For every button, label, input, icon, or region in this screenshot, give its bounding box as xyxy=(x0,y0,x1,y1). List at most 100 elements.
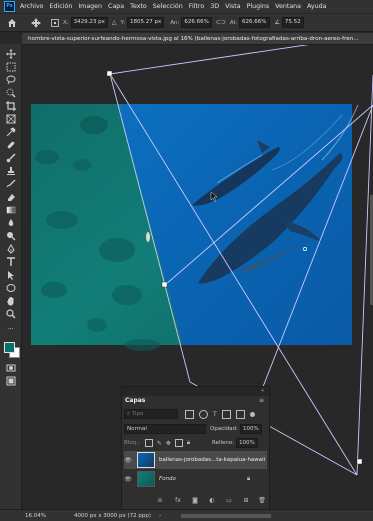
layer-name: ballenas-jorobadas...ta-kapalua-hawaii xyxy=(159,457,266,463)
menu-texto[interactable]: Texto xyxy=(130,3,147,10)
link-icon[interactable]: ⊂⊃ xyxy=(216,19,226,26)
filter-toggle-icon[interactable] xyxy=(249,411,255,417)
layers-panel-header[interactable]: « xyxy=(122,387,269,396)
menu-edicion[interactable]: Edición xyxy=(50,3,73,10)
move-tool-option-icon[interactable] xyxy=(31,17,41,28)
lock-artboard-icon[interactable] xyxy=(174,439,183,447)
home-icon[interactable] xyxy=(7,18,17,28)
menu-vista[interactable]: Vista xyxy=(225,3,241,10)
clone-stamp-tool-icon[interactable] xyxy=(5,165,16,176)
horizontal-scrollbar[interactable] xyxy=(181,513,272,518)
fill-field[interactable]: 100% xyxy=(236,438,258,448)
layer-thumbnail xyxy=(137,452,155,468)
link-layers-icon[interactable]: ⊝ xyxy=(156,497,164,505)
filter-pixel-icon[interactable] xyxy=(185,409,194,419)
healing-brush-tool-icon[interactable] xyxy=(5,139,16,150)
layer-thumbnail xyxy=(137,471,155,487)
quick-selection-tool-icon[interactable] xyxy=(5,87,16,98)
layer-style-icon[interactable]: fx xyxy=(174,497,182,505)
path-selection-tool-icon[interactable] xyxy=(5,269,16,280)
width-field[interactable]: 626.66% xyxy=(181,17,212,28)
angle-field[interactable]: 75.52 xyxy=(281,17,304,28)
move-tool-icon[interactable] xyxy=(5,48,16,59)
height-field[interactable]: 626.66% xyxy=(239,17,270,28)
panel-menu-icon[interactable]: ≡ xyxy=(259,397,264,404)
al-label: Al: xyxy=(229,19,238,26)
zoom-level[interactable]: 16.04% xyxy=(25,513,46,519)
menu-ventana[interactable]: Ventana xyxy=(275,3,301,10)
filter-smart-object-icon[interactable] xyxy=(235,409,245,419)
menu-archivo[interactable]: Archivo xyxy=(20,3,44,10)
opacity-label: Opacidad: xyxy=(210,426,238,432)
hand-tool-icon[interactable] xyxy=(5,295,16,306)
visibility-eye-icon[interactable]: 👁︎ xyxy=(124,476,132,483)
transform-handle-top-left[interactable] xyxy=(106,70,113,77)
opacity-field[interactable]: 100% xyxy=(239,424,262,434)
dodge-tool-icon[interactable] xyxy=(5,230,16,241)
angle-icon: ∠ xyxy=(274,19,280,26)
screen-mode-icon[interactable] xyxy=(5,375,16,386)
lasso-tool-icon[interactable] xyxy=(5,74,16,85)
collapse-panel-icon[interactable]: « xyxy=(261,388,264,394)
shape-tool-icon[interactable] xyxy=(5,282,16,293)
reference-point-icon[interactable] xyxy=(51,18,59,27)
y-label: Y: xyxy=(120,19,125,26)
layer-filter-kind[interactable]: ⌕ Tipo xyxy=(124,409,178,419)
menu-imagen[interactable]: Imagen xyxy=(78,3,102,10)
crop-tool-icon[interactable] xyxy=(5,100,16,111)
lock-pixels-icon[interactable]: ✎ xyxy=(157,440,162,447)
blend-row: Normal Opacidad: 100% xyxy=(124,424,262,434)
eraser-tool-icon[interactable] xyxy=(5,191,16,202)
blend-mode-select[interactable]: Normal xyxy=(124,424,206,434)
x-field[interactable]: 3429.23 px xyxy=(70,17,108,28)
menu-ayuda[interactable]: Ayuda xyxy=(307,3,326,10)
pen-tool-icon[interactable] xyxy=(5,243,16,254)
quick-mask-icon[interactable] xyxy=(5,362,16,373)
marquee-tool-icon[interactable] xyxy=(5,61,16,72)
brush-tool-icon[interactable] xyxy=(5,152,16,163)
foreground-color-swatch[interactable] xyxy=(4,342,15,353)
photoshop-logo: Ps xyxy=(4,1,15,12)
lock-all-icon[interactable]: 🔒︎ xyxy=(187,439,190,447)
lock-label: Bloq.: xyxy=(124,440,140,446)
visibility-eye-icon[interactable]: 👁︎ xyxy=(124,457,132,464)
new-layer-icon[interactable]: ⊞ xyxy=(242,497,250,505)
menu-filtro[interactable]: Filtro xyxy=(189,3,204,10)
y-field[interactable]: 1805.27 px xyxy=(126,17,165,28)
menu-capa[interactable]: Capa xyxy=(108,3,124,10)
filter-adjustment-icon[interactable] xyxy=(199,409,208,419)
document-info[interactable]: 4000 px x 3000 px (72 ppp) xyxy=(74,513,151,519)
lock-transparency-icon[interactable] xyxy=(144,439,153,447)
gradient-tool-icon[interactable] xyxy=(5,204,16,215)
history-brush-tool-icon[interactable] xyxy=(5,178,16,189)
frame-tool-icon[interactable] xyxy=(5,113,16,124)
layer-filter-placeholder: Tipo xyxy=(131,411,144,417)
delta-icon[interactable]: △ xyxy=(112,19,117,26)
lock-position-icon[interactable]: ✥ xyxy=(166,440,171,447)
zoom-tool-icon[interactable] xyxy=(5,308,16,319)
add-mask-icon[interactable]: ◙ xyxy=(191,497,199,505)
filter-shape-icon[interactable] xyxy=(221,409,231,419)
layers-tab[interactable]: Capas xyxy=(125,397,145,404)
new-adjustment-layer-icon[interactable]: ◐ xyxy=(208,497,216,505)
filter-type-icon[interactable]: T xyxy=(213,411,217,418)
tools-panel: ··· xyxy=(0,44,22,510)
blur-tool-icon[interactable] xyxy=(5,217,16,228)
menu-3d[interactable]: 3D xyxy=(210,3,219,10)
layer-item-whales[interactable]: 👁︎ ballenas-jorobadas...ta-kapalua-hawai… xyxy=(124,451,267,469)
options-bar: X: 3429.23 px △ Y: 1805.27 px An: 626.66… xyxy=(0,13,373,32)
type-tool-icon[interactable] xyxy=(5,256,16,267)
transform-handle-left[interactable] xyxy=(161,281,168,288)
menu-plugins[interactable]: Plugins xyxy=(247,3,270,10)
layer-item-fondo[interactable]: 👁︎ Fondo 🔒︎ xyxy=(124,470,267,488)
delete-layer-icon[interactable]: 🗑︎ xyxy=(258,497,266,505)
document-tab-title[interactable]: hombre-vista-superior-surfeando-hermosa-… xyxy=(22,36,359,42)
document-tab-bar: hombre-vista-superior-surfeando-hermosa-… xyxy=(22,33,373,45)
new-group-icon[interactable]: ▭ xyxy=(225,497,233,505)
status-arrow-icon[interactable]: › xyxy=(159,513,161,519)
eyedropper-tool-icon[interactable] xyxy=(5,126,16,137)
transform-handle-bottom-right[interactable] xyxy=(356,458,363,465)
more-tools-icon[interactable]: ··· xyxy=(5,323,16,334)
menu-seleccion[interactable]: Selección xyxy=(153,3,183,10)
layer-locked-icon: 🔒︎ xyxy=(247,475,251,482)
